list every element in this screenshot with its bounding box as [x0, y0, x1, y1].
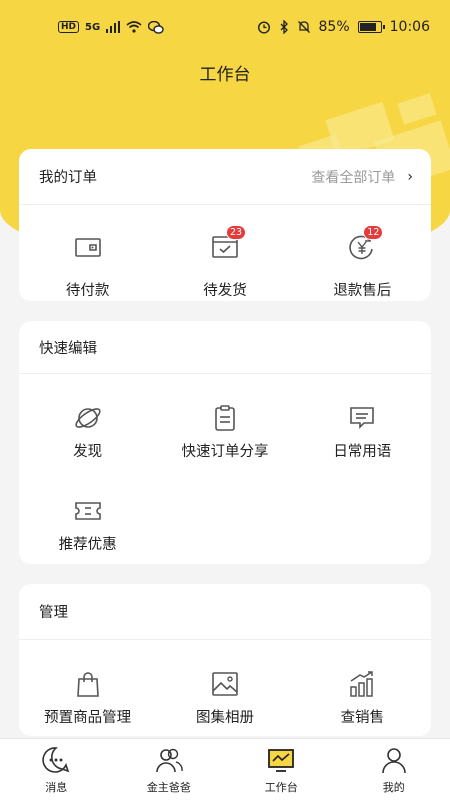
quick-edit-recommend-coupon[interactable]: 推荐优惠	[19, 495, 156, 565]
bluetooth-icon	[280, 20, 288, 34]
management-label: 查销售	[340, 710, 385, 726]
wechat-icon	[148, 20, 164, 34]
quick-edit-label: 快速订单分享	[181, 444, 269, 460]
page-title: 工作台	[199, 65, 251, 85]
battery-percent: 85%	[318, 19, 350, 35]
tab-label: 工作台	[264, 781, 298, 794]
management-card: 管理 预置商品管理 图集相册 查销售	[19, 584, 431, 736]
quick-edit-common-phrases[interactable]: 日常用语	[294, 402, 431, 495]
wallet-icon	[72, 231, 104, 263]
management-preset-products[interactable]: 预置商品管理	[19, 668, 156, 727]
bottom-tab-bar: 消息 金主爸爸 工作台 我的	[0, 738, 450, 800]
ticket-icon	[72, 495, 104, 527]
quick-edit-header: 快速编辑	[19, 321, 431, 374]
clipboard-icon	[209, 402, 241, 434]
status-right: 85% 10:06	[257, 19, 430, 35]
order-status-to-ship[interactable]: 23 待发货	[156, 225, 293, 300]
signal-icon	[106, 21, 121, 33]
person-icon	[381, 748, 406, 774]
battery-fill	[359, 23, 376, 31]
quick-edit-order-share[interactable]: 快速订单分享	[156, 402, 293, 495]
quick-edit-card: 快速编辑 发现 快速订单分享 日常用语 推荐优惠	[19, 321, 431, 564]
quick-edit-discover[interactable]: 发现	[19, 402, 156, 495]
status-left: HD 5G	[58, 20, 164, 34]
orders-card-header: 我的订单 查看全部订单 ›	[19, 149, 431, 205]
tab-sponsors[interactable]: 金主爸爸	[113, 739, 226, 800]
management-title: 管理	[39, 605, 68, 621]
view-all-orders-label: 查看全部订单	[311, 169, 396, 186]
order-status-label: 待付款	[65, 283, 110, 299]
status-bar: HD 5G 85% 10:06	[0, 0, 450, 54]
to-ship-count-badge: 23	[225, 225, 247, 240]
tab-label: 金主爸爸	[146, 781, 191, 794]
management-label: 图集相册	[195, 710, 254, 726]
orders-card: 我的订单 查看全部订单 › 待付款 23 待发货 12 退款售后	[19, 149, 431, 301]
decor-shape	[397, 93, 437, 125]
message-icon	[346, 402, 378, 434]
refund-yen-icon: 12	[346, 225, 384, 263]
alarm-icon	[257, 21, 270, 34]
shopping-bag-icon	[72, 668, 104, 700]
orders-title: 我的订单	[39, 170, 97, 186]
management-header: 管理	[19, 584, 431, 640]
quick-edit-label: 推荐优惠	[58, 537, 117, 553]
calendar-check-icon: 23	[209, 225, 247, 263]
quick-edit-label: 发现	[73, 444, 103, 460]
mute-bell-icon	[297, 21, 310, 33]
tab-label: 消息	[45, 781, 68, 794]
tab-mine[interactable]: 我的	[338, 739, 450, 800]
refund-count-badge: 12	[363, 225, 384, 240]
management-label: 预置商品管理	[44, 710, 132, 726]
quick-edit-title: 快速编辑	[39, 340, 97, 357]
tab-label: 我的	[382, 781, 405, 794]
monitor-icon	[268, 749, 295, 772]
hd-indicator: HD	[58, 21, 80, 33]
tab-messages[interactable]: 消息	[0, 739, 113, 800]
image-icon	[209, 668, 241, 700]
battery-icon	[357, 21, 385, 33]
order-status-label: 待发货	[203, 283, 247, 299]
sales-chart-icon	[346, 668, 378, 700]
view-all-orders-link[interactable]: 查看全部订单 ›	[311, 167, 413, 187]
chat-bubble-icon	[42, 747, 70, 773]
quick-edit-label: 日常用语	[333, 444, 392, 460]
network-type: 5G	[85, 21, 101, 33]
status-time: 10:06	[389, 19, 430, 35]
management-check-sales[interactable]: 查销售	[294, 668, 431, 727]
order-status-refund[interactable]: 12 退款售后	[294, 225, 431, 300]
management-album[interactable]: 图集相册	[156, 668, 293, 727]
planet-icon	[72, 402, 104, 434]
users-icon	[155, 748, 183, 773]
order-status-label: 退款售后	[333, 283, 392, 299]
tab-workbench[interactable]: 工作台	[225, 739, 338, 800]
chevron-right-icon: ›	[407, 168, 413, 185]
order-status-pending-payment[interactable]: 待付款	[19, 231, 156, 300]
wifi-icon	[126, 21, 142, 33]
